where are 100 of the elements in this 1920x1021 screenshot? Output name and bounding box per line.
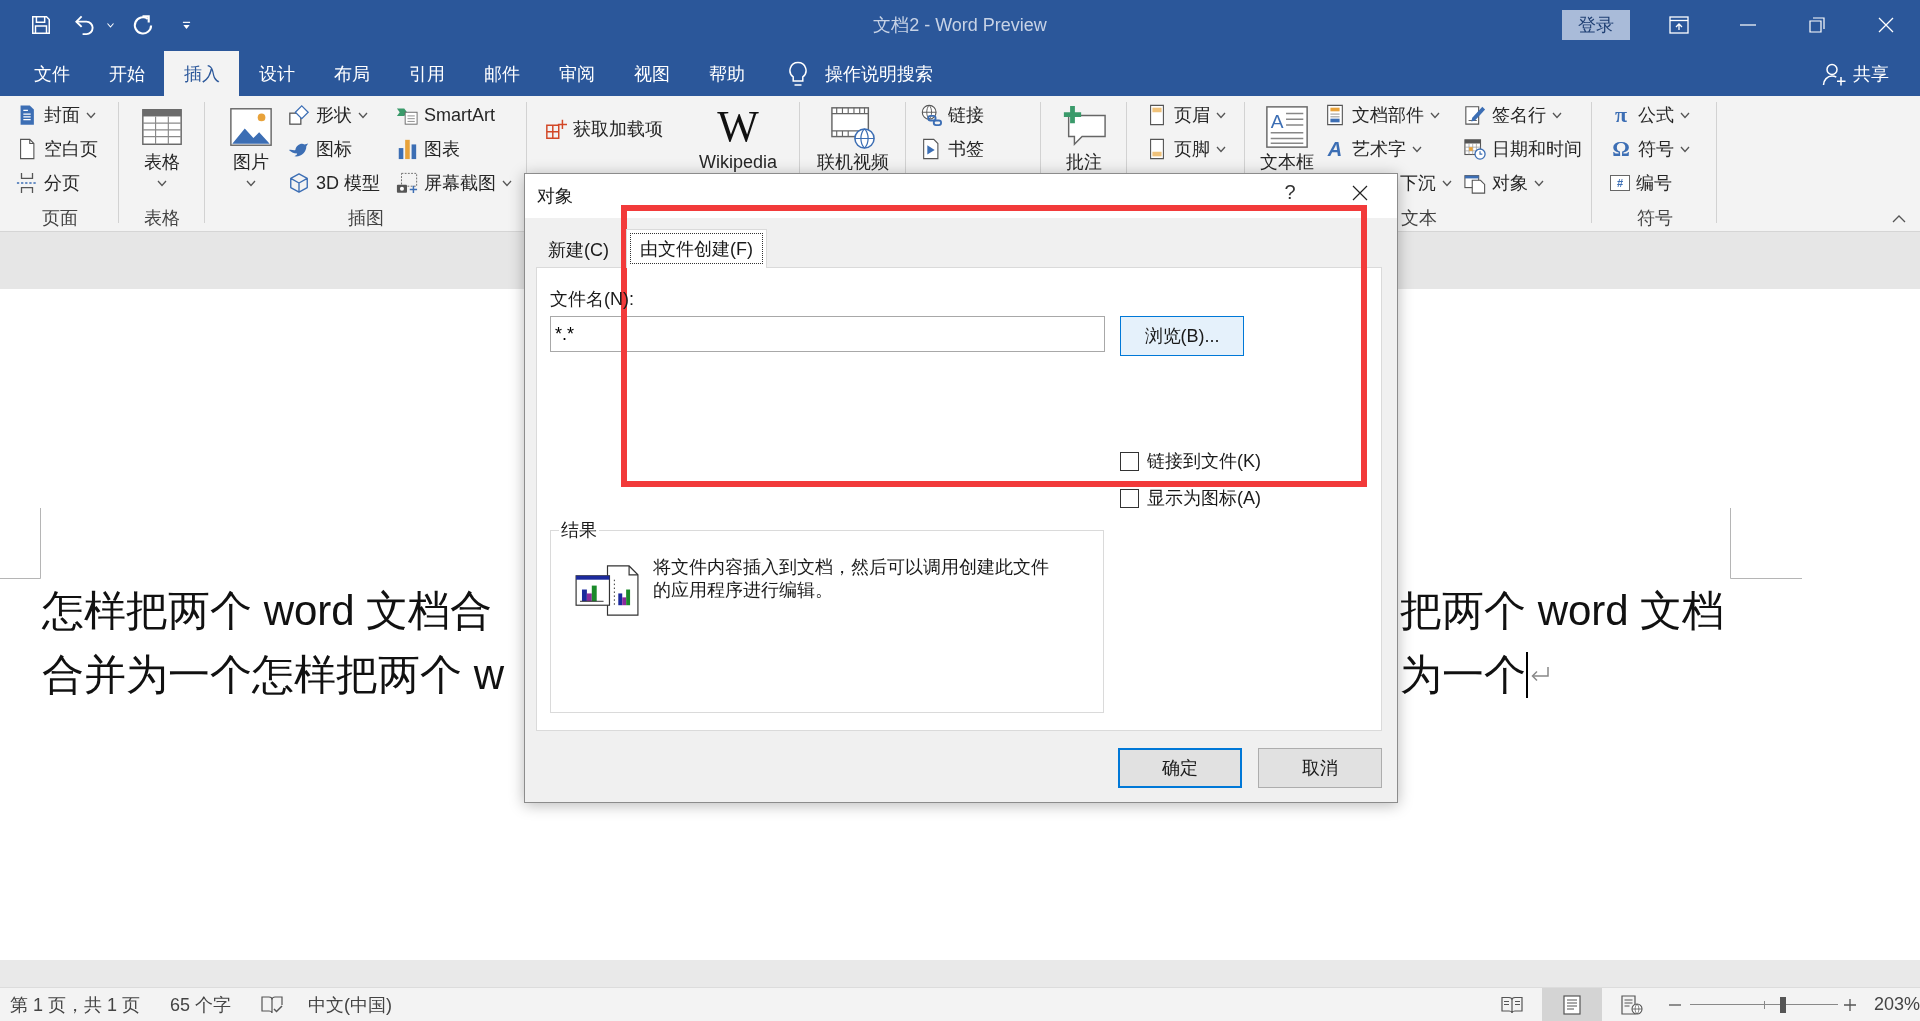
document-text: 为一个 (1400, 650, 1526, 700)
undo-icon[interactable] (73, 14, 96, 36)
bar-chart-icon (396, 138, 418, 160)
ribbon-tab[interactable]: 审阅 (539, 51, 614, 96)
ribbon-button[interactable]: 形状 (284, 100, 372, 130)
page-break-icon (16, 172, 38, 194)
minimize-icon[interactable] (1739, 24, 1756, 26)
ribbon-button[interactable]: 文档部件 (1320, 100, 1444, 130)
ribbon-button[interactable]: 获取加载项 (541, 114, 667, 144)
cube-icon (288, 172, 310, 194)
book-check-icon[interactable] (261, 994, 284, 1015)
sign-in-button[interactable]: 登录 (1562, 10, 1630, 40)
ribbon-button[interactable]: 页脚 (1142, 134, 1230, 164)
ribbon-button[interactable]: 日期和时间 (1460, 134, 1586, 164)
dialog-button[interactable]: 取消 (1258, 748, 1382, 788)
checkbox-label[interactable]: 显示为图标(A) (1147, 486, 1261, 510)
ribbon-button[interactable]: # 编号 (1606, 168, 1676, 198)
dropdown-icon[interactable] (182, 20, 191, 30)
ribbon-button[interactable]: Ω 符号 (1606, 134, 1694, 164)
dialog-tab[interactable]: 新建(C) (537, 233, 620, 267)
group-label: 页面 (41, 207, 78, 229)
window-page-icon (1464, 172, 1486, 194)
ribbon-button[interactable]: 对象 (1460, 168, 1548, 198)
ribbon-button[interactable]: SmartArt (392, 100, 500, 130)
ribbon-button[interactable]: 下沉 (1396, 168, 1456, 198)
ribbon-tab[interactable]: 布局 (314, 51, 389, 96)
plus-icon[interactable] (1843, 998, 1856, 1011)
dialog-button[interactable]: 确定 (1118, 748, 1242, 788)
restore-icon[interactable] (1808, 17, 1825, 33)
word-count[interactable]: 65 个字 (170, 992, 232, 1017)
ribbon-button[interactable]: 分页 (12, 168, 84, 198)
zoom-level[interactable]: 203% (1873, 994, 1920, 1015)
ribbon-tab[interactable]: 开始 (89, 51, 164, 96)
ribbon-tab[interactable]: 邮件 (464, 51, 539, 96)
camera-frame-icon (396, 172, 418, 194)
ribbon-tab[interactable]: 文件 (14, 51, 89, 96)
window-title: 文档2 - Word Preview (873, 14, 1047, 37)
slider-thumb[interactable] (1780, 996, 1787, 1013)
result-description: 将文件内容插入到文档，然后可以调用创建此文件的应用程序进行编辑。 (653, 556, 1050, 602)
text-box-icon: A (1264, 104, 1310, 150)
ribbon-tab[interactable]: 帮助 (689, 51, 764, 96)
group-label: 符号 (1636, 207, 1673, 229)
ribbon-button[interactable]: 3D 模型 (284, 168, 384, 198)
link-icon (920, 104, 942, 126)
minus-icon[interactable] (1668, 1003, 1681, 1006)
caret-icon[interactable] (1892, 215, 1906, 223)
ribbon-button[interactable]: 图片 (226, 100, 276, 187)
language-indicator[interactable]: 中文(中国) (308, 992, 393, 1017)
redo-icon[interactable] (132, 14, 153, 36)
ribbon-button[interactable]: 图标 (284, 134, 356, 164)
checkbox[interactable] (1120, 488, 1139, 508)
globe-page-icon (1620, 994, 1643, 1015)
ribbon-tab[interactable]: 设计 (239, 51, 314, 96)
ribbon-button[interactable]: 书签 (916, 134, 988, 164)
ribbon-tab[interactable]: 插入 (164, 51, 239, 96)
ribbon-button[interactable]: 空白页 (12, 134, 102, 164)
dialog-tab[interactable]: 由文件创建(F) (626, 229, 767, 268)
ribbon-button[interactable]: 批注 (1059, 100, 1109, 172)
group-label: 文本 (1400, 207, 1437, 229)
ribbon-button[interactable]: 链接 (916, 100, 988, 130)
ribbon-tab[interactable]: 引用 (389, 51, 464, 96)
book-icon (1500, 995, 1523, 1014)
pen-page-icon (1464, 104, 1486, 126)
group-label: 表格 (144, 207, 180, 229)
ribbon-button[interactable]: A 艺术字 (1320, 134, 1426, 164)
ribbon-button[interactable]: π 公式 (1606, 100, 1694, 130)
ribbon-button[interactable]: 签名行 (1460, 100, 1566, 130)
document-text: 合并为一个怎样把两个 w (42, 650, 504, 700)
ribbon-button[interactable]: 屏幕截图 (392, 168, 516, 198)
save-icon[interactable] (30, 14, 52, 36)
ribbon-button[interactable]: 联机视频 (815, 100, 891, 172)
share-button[interactable]: 共享 (1822, 51, 1889, 96)
hash-box-icon: # (1610, 175, 1630, 191)
grid-plus-icon (545, 118, 567, 140)
document-text: 怎样把两个 word 文档合 (42, 586, 493, 636)
page-indicator[interactable]: 第 1 页，共 1 页 (10, 992, 141, 1017)
omega-icon: Ω (1610, 138, 1632, 160)
lightbulb-icon (788, 60, 808, 87)
shapes-icon (288, 104, 310, 126)
browse-button[interactable]: 浏览(B)... (1120, 316, 1244, 356)
group-label: 插图 (348, 207, 384, 229)
ribbon-button[interactable]: A 文本框 (1258, 100, 1316, 172)
help-button[interactable]: ? (1280, 182, 1300, 202)
ribbon-button[interactable]: 表格 (137, 100, 187, 187)
zoom-slider[interactable] (1689, 996, 1838, 1013)
ribbon-tab[interactable]: 视图 (614, 51, 689, 96)
checkbox-label[interactable]: 链接到文件(K) (1147, 449, 1261, 473)
close-icon[interactable] (1352, 185, 1368, 201)
ribbon-button[interactable]: W Wikipedia (697, 100, 780, 172)
tell-me-search[interactable]: 操作说明搜索 (788, 51, 933, 96)
pi-icon: π (1610, 104, 1632, 126)
file-name-field[interactable]: *.* (550, 316, 1105, 352)
ribbon-button[interactable]: 页眉 (1142, 100, 1230, 130)
ribbon-button[interactable]: 封面 (12, 100, 100, 130)
person-plus-icon (1822, 61, 1846, 86)
film-globe-icon (830, 104, 876, 150)
checkbox[interactable] (1120, 451, 1139, 471)
page-blocks-icon (1324, 104, 1346, 126)
ribbon-button[interactable]: 图表 (392, 134, 464, 164)
view-button[interactable] (1541, 988, 1602, 1021)
